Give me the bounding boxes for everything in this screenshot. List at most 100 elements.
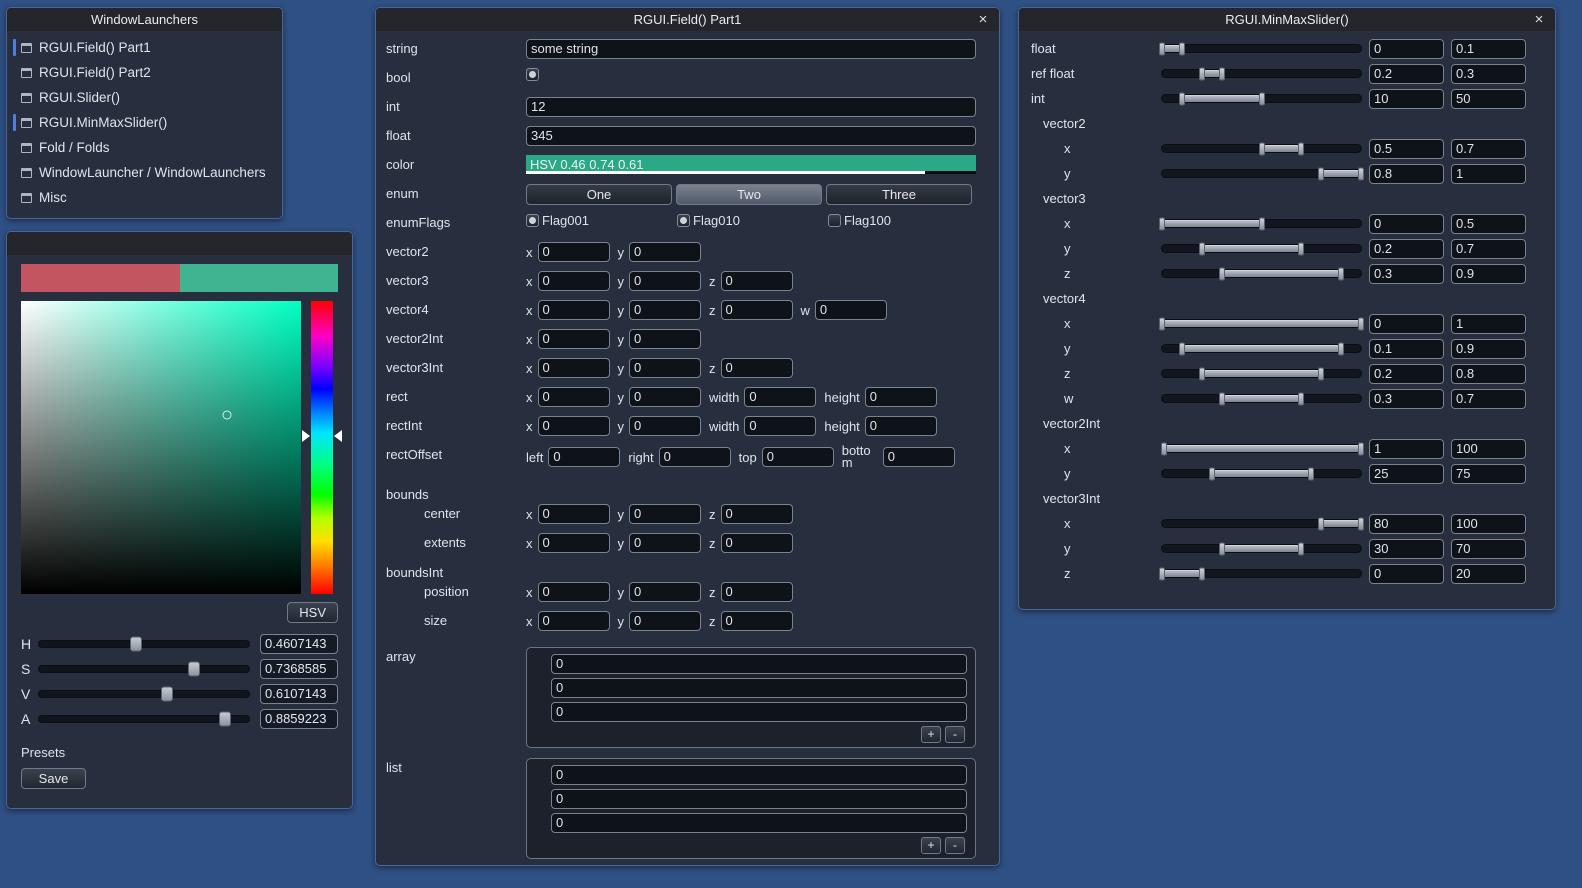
color-swatch-preview[interactable] (21, 264, 338, 292)
launcher-item-1[interactable]: RGUI.Field() Part2 (7, 60, 282, 85)
string-input[interactable]: some string (526, 39, 976, 59)
hue-gradient-bar[interactable] (311, 301, 333, 594)
minmax-min-input[interactable]: 0 (1369, 38, 1444, 59)
flag-checkbox[interactable] (526, 214, 539, 227)
minmax-max-input[interactable]: 20 (1451, 563, 1526, 584)
minmax-knob-max[interactable] (1298, 142, 1305, 155)
minmax-max-input[interactable]: 70 (1451, 538, 1526, 559)
minmax-range-fill[interactable] (1221, 270, 1342, 277)
vector2int-x-input[interactable]: 0 (537, 329, 610, 349)
minmax-min-input[interactable]: 0.2 (1369, 63, 1444, 84)
rectoffset-top-input[interactable]: 0 (761, 447, 834, 467)
minmax-max-input[interactable]: 100 (1451, 513, 1526, 534)
vector2-y-input[interactable]: 0 (629, 242, 701, 262)
color-swatch-current[interactable] (179, 264, 338, 292)
minmax-range-fill[interactable] (1261, 145, 1302, 152)
launcher-item-5[interactable]: WindowLauncher / WindowLaunchers (7, 160, 282, 185)
hsv-slider-knob[interactable] (187, 661, 200, 676)
minmax-knob-max[interactable] (1178, 42, 1185, 55)
launcher-item-4[interactable]: Fold / Folds (7, 135, 282, 160)
enum-option-three[interactable]: Three (826, 184, 972, 205)
minmax-knob-min[interactable] (1318, 167, 1325, 180)
flag-checkbox[interactable] (828, 214, 841, 227)
minmax-max-input[interactable]: 0.9 (1451, 263, 1526, 284)
launcher-item-0[interactable]: RGUI.Field() Part1 (7, 35, 282, 60)
minmax-range-fill[interactable] (1181, 345, 1342, 352)
minmax-range-fill[interactable] (1321, 170, 1361, 177)
minmax-knob-max[interactable] (1258, 92, 1265, 105)
minmax-min-input[interactable]: 30 (1369, 538, 1444, 559)
minmax-max-input[interactable]: 75 (1451, 463, 1526, 484)
minmax-slider-track[interactable] (1159, 42, 1362, 55)
minmax-knob-max[interactable] (1258, 217, 1265, 230)
boundsint-position-z-input[interactable]: 0 (720, 582, 793, 602)
bounds-extents-y-input[interactable]: 0 (629, 533, 701, 553)
save-preset-button[interactable]: Save (21, 768, 86, 789)
minmax-min-input[interactable]: 10 (1369, 88, 1444, 109)
vector3int-z-input[interactable]: 0 (720, 358, 793, 378)
minmax-knob-min[interactable] (1198, 67, 1205, 80)
color-field[interactable]: HSV 0.46 0.74 0.61 (526, 155, 976, 174)
minmax-max-input[interactable]: 50 (1451, 88, 1526, 109)
bounds-extents-x-input[interactable]: 0 (537, 533, 610, 553)
hsv-slider-track[interactable] (38, 711, 250, 726)
minmax-slider-track[interactable] (1161, 542, 1362, 555)
minmax-knob-max[interactable] (1318, 367, 1325, 380)
minmax-knob-max[interactable] (1338, 342, 1345, 355)
vector4-z-input[interactable]: 0 (720, 300, 793, 320)
minmax-knob-min[interactable] (1218, 267, 1225, 280)
hsv-value-input[interactable]: 0.6107143 (260, 683, 338, 704)
list-item-input-1[interactable]: 0 (551, 789, 967, 809)
launcher-item-6[interactable]: Misc (7, 185, 282, 210)
minmax-knob-min[interactable] (1208, 467, 1215, 480)
minmax-max-input[interactable]: 0.9 (1451, 338, 1526, 359)
vector3int-y-input[interactable]: 0 (629, 358, 701, 378)
rect-y-input[interactable]: 0 (629, 387, 701, 407)
minmax-range-fill[interactable] (1211, 470, 1312, 477)
minmax-knob-max[interactable] (1308, 467, 1315, 480)
hsv-slider-track[interactable] (38, 686, 250, 701)
minmax-slider-track[interactable] (1161, 392, 1362, 405)
minmax-min-input[interactable]: 0.8 (1369, 163, 1444, 184)
rectint-width-input[interactable]: 0 (744, 416, 817, 436)
bounds-center-z-input[interactable]: 0 (720, 504, 793, 524)
hsv-value-input[interactable]: 0.4607143 (260, 633, 338, 654)
boundsint-size-x-input[interactable]: 0 (537, 611, 610, 631)
saturation-value-cursor[interactable] (222, 410, 232, 420)
minmax-knob-max[interactable] (1358, 317, 1364, 330)
minmax-max-input[interactable]: 1 (1451, 163, 1526, 184)
rect-width-input[interactable]: 0 (744, 387, 817, 407)
boundsint-size-z-input[interactable]: 0 (720, 611, 793, 631)
bounds-center-y-input[interactable]: 0 (629, 504, 701, 524)
minmax-slider-track[interactable] (1159, 567, 1362, 580)
float-input[interactable]: 345 (526, 126, 976, 146)
minmax-min-input[interactable]: 0 (1369, 563, 1444, 584)
hsv-slider-knob[interactable] (129, 636, 142, 651)
hue-slider[interactable] (302, 301, 342, 594)
rectint-height-input[interactable]: 0 (864, 416, 937, 436)
minmax-slider-track[interactable] (1161, 517, 1364, 530)
vector4-y-input[interactable]: 0 (629, 300, 701, 320)
minmax-knob-max[interactable] (1358, 442, 1364, 455)
minmax-range-fill[interactable] (1181, 95, 1262, 102)
close-icon[interactable]: × (974, 11, 992, 29)
array-item-input-1[interactable]: 0 (551, 678, 967, 698)
rectoffset-left-input[interactable]: 0 (548, 447, 621, 467)
vector4-x-input[interactable]: 0 (537, 300, 610, 320)
boundsint-size-y-input[interactable]: 0 (629, 611, 701, 631)
minmax-min-input[interactable]: 0.3 (1369, 388, 1444, 409)
color-mode-button[interactable]: HSV (287, 602, 338, 623)
enum-flag-flag001[interactable]: Flag001 (526, 213, 677, 228)
hsv-slider-track[interactable] (38, 661, 250, 676)
minmax-min-input[interactable]: 0.5 (1369, 138, 1444, 159)
minmax-min-input[interactable]: 0.1 (1369, 338, 1444, 359)
hsv-value-input[interactable]: 0.7368585 (260, 658, 338, 679)
minmax-knob-min[interactable] (1178, 342, 1185, 355)
array-item-input-2[interactable]: 0 (551, 702, 967, 722)
minmax-slider-track[interactable] (1159, 317, 1364, 330)
minmax-knob-min[interactable] (1178, 92, 1185, 105)
minmax-knob-max[interactable] (1338, 267, 1345, 280)
minmax-knob-min[interactable] (1318, 517, 1325, 530)
vector3int-x-input[interactable]: 0 (537, 358, 610, 378)
minmax-knob-max[interactable] (1298, 542, 1305, 555)
